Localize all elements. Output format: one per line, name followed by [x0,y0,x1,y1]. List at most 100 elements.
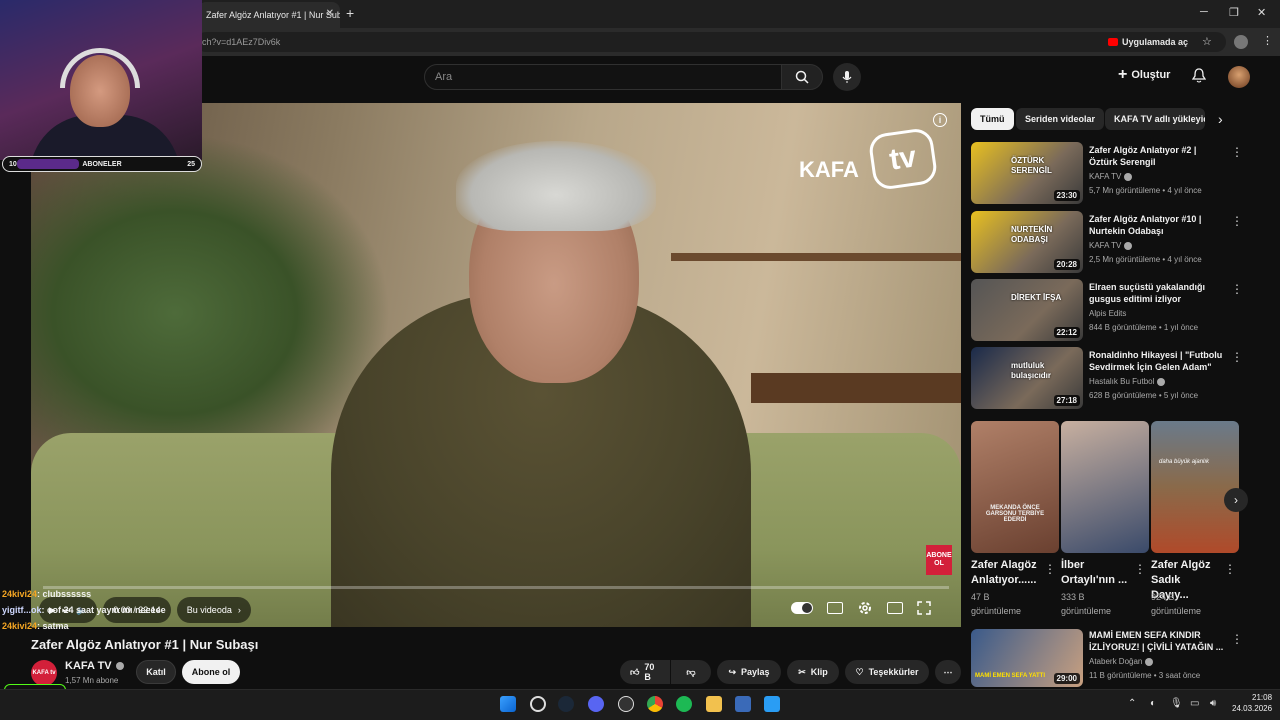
star-icon[interactable]: ☆ [1202,35,1212,48]
duration-badge: 29:00 [1053,673,1080,684]
short-thumbnail[interactable]: daha büyük ajanlık [1151,421,1239,553]
taskbar-clock[interactable]: 21:08 24.03.2026 [1232,692,1272,714]
share-label: Paylaş [741,667,770,677]
recommendation-item[interactable]: ÖZTÜRK SERENGİL 23:30 Zafer Algöz Anlatıyo… [971,142,1261,206]
video-frame-wood [751,373,961,403]
video-player[interactable]: KAFA tv i ABONE OL ▶ ⏭ 🔈 0:00 / 22:14 Bu… [31,103,961,627]
settings-gear-icon[interactable] [857,600,873,616]
scissors-icon: ✂ [798,666,806,677]
channel-name[interactable]: KAFA TV [65,660,124,672]
fullscreen-icon[interactable] [917,601,931,615]
windows-start-icon[interactable] [500,696,516,712]
goal-fill [17,159,79,169]
discord-icon[interactable] [588,696,604,712]
kebab-menu-icon[interactable]: ⋮ [1231,350,1243,364]
recommendation-meta: 11 B görüntüleme • 3 saat önce [1089,671,1201,680]
maximize-icon[interactable]: ❐ [1229,6,1239,19]
subscribe-button[interactable]: Abone ol [182,660,240,684]
kebab-menu-icon[interactable]: ⋮ [1231,632,1243,646]
chevron-right-icon[interactable]: › [1218,111,1223,127]
join-button[interactable]: Katıl [136,660,176,684]
short-title[interactable]: Zafer Alagöz Anlatıyor...... [971,558,1041,588]
close-window-icon[interactable]: ✕ [1257,6,1266,19]
steam-icon[interactable] [558,696,574,712]
kebab-menu-icon[interactable]: ⋮ [1231,214,1243,228]
tray-volume-icon[interactable]: 🔊︎ [1210,698,1216,709]
autoplay-toggle[interactable] [791,602,813,614]
chapters-button[interactable]: Bu videoda › [176,597,251,623]
channel-avatar[interactable]: KAFA tv [31,660,57,686]
recommendation-channel: Ataberk Doğan [1089,657,1154,666]
app-icon[interactable] [735,696,751,712]
app-icon[interactable] [618,696,634,712]
search-input[interactable]: Ara [424,64,782,90]
kebab-menu-icon[interactable]: ⋮ [1134,562,1146,576]
notifications-bell-icon[interactable] [1191,68,1207,89]
menu-dots-icon[interactable]: ⋮ [1262,34,1273,47]
recommendation-item[interactable]: DİREKT İFŞA 22:12 Elraen suçüstü yakalandı… [971,279,1261,343]
share-icon: ↪ [728,666,736,677]
kebab-menu-icon[interactable]: ⋮ [1224,562,1236,576]
info-icon[interactable]: i [933,113,947,127]
more-actions-button[interactable]: ⋯ [935,660,961,684]
short-views: 47 B görüntüleme [971,592,1022,616]
progress-bar[interactable] [43,586,949,589]
tray-chevron-icon[interactable]: ⌃ [1128,698,1136,709]
share-button[interactable]: ↪ Paylaş [717,660,781,684]
file-explorer-icon[interactable] [706,696,722,712]
search-button[interactable] [781,64,823,90]
short-thumbnail[interactable]: MEKANDA ÖNCE GARSONU TERBİYE EDERDİ [971,421,1059,553]
recommendation-item[interactable]: MAMİ EMEN SEFA YATTI 29:00 MAMİ EMEN SEF… [971,629,1261,687]
chat-text: : oof 24 saat yayın mı neeeee [41,605,166,615]
minimize-icon[interactable]: ─ [1200,6,1208,18]
tray-mic-icon[interactable]: 🎙︎ [1170,698,1183,709]
streamer-webcam [0,0,202,160]
subscriber-goal-bar: 10 ABONELER 25 [2,156,202,172]
url-field[interactable]: ch?v=d1AEz7Div6k [196,32,1226,52]
close-tab-icon[interactable]: ✕ [326,8,334,19]
video-frame-shelf [671,253,961,261]
kebab-menu-icon[interactable]: ⋮ [1231,282,1243,296]
chrome-icon[interactable] [647,696,663,712]
chat-text: : clubssssss [37,589,92,599]
spotify-icon[interactable] [676,696,692,712]
app-icon[interactable] [764,696,780,712]
clip-button[interactable]: ✂ Klip [787,660,839,684]
chip-all[interactable]: Tümü [971,108,1014,130]
subtitles-icon[interactable] [827,602,843,614]
create-button[interactable]: + Oluştur [1118,66,1170,84]
browser-tab[interactable]: Zafer Algöz Anlatıyor #1 | Nur Subaşı - … [198,2,340,28]
thumbnail-text: ÖZTÜRK SERENGİL [1011,156,1052,175]
recommendation-item[interactable]: mutluluk bulaşıcıdır 27:18 Ronaldinho Hika… [971,347,1261,411]
kebab-menu-icon[interactable]: ⋮ [1044,562,1056,576]
account-avatar[interactable] [1228,66,1250,88]
microphone-icon [842,71,852,83]
tray-app-icon[interactable]: ◐ [1150,698,1156,709]
short-thumbnail[interactable] [1061,421,1149,553]
shorts-next-button[interactable]: › [1224,488,1248,512]
verified-icon [115,662,124,670]
channel-text: Ataberk Doğan [1089,657,1143,666]
chat-user: yigitf...ok [2,605,42,615]
chip-uploader[interactable]: KAFA TV adlı yükleyic [1105,108,1205,130]
miniplayer-icon[interactable] [887,602,903,614]
channel-text: KAFA TV [1089,241,1122,250]
short-title[interactable]: İlber Ortaylı'nın ... [1061,558,1131,588]
kebab-menu-icon[interactable]: ⋮ [1231,145,1243,159]
dislike-button[interactable]: 👎︎ [671,660,711,684]
voice-search-button[interactable] [833,63,861,91]
duration-badge: 20:28 [1053,259,1080,270]
verified-icon [1124,172,1133,181]
recommendation-item[interactable]: NURTEKİN ODABAŞI 20:28 Zafer Algöz Anlatıy… [971,211,1261,275]
tray-network-icon[interactable]: ▭ [1190,698,1199,709]
subscribe-watermark[interactable]: ABONE OL [926,545,952,575]
profile-icon[interactable] [1234,35,1248,49]
new-tab-icon[interactable]: + [346,5,354,21]
thanks-button[interactable]: ♡ Teşekkürler [845,660,929,684]
thumbnail-text: MAMİ EMEN SEFA YATTI [975,673,1046,679]
chip-series[interactable]: Seriden videolar [1016,108,1105,130]
open-in-app-button[interactable]: Uygulamada aç [1108,34,1188,50]
chat-message: 24kivi24: satma [2,618,166,634]
like-button[interactable]: 👍︎ 70 B [620,660,670,684]
taskbar-search-icon[interactable] [530,696,546,712]
